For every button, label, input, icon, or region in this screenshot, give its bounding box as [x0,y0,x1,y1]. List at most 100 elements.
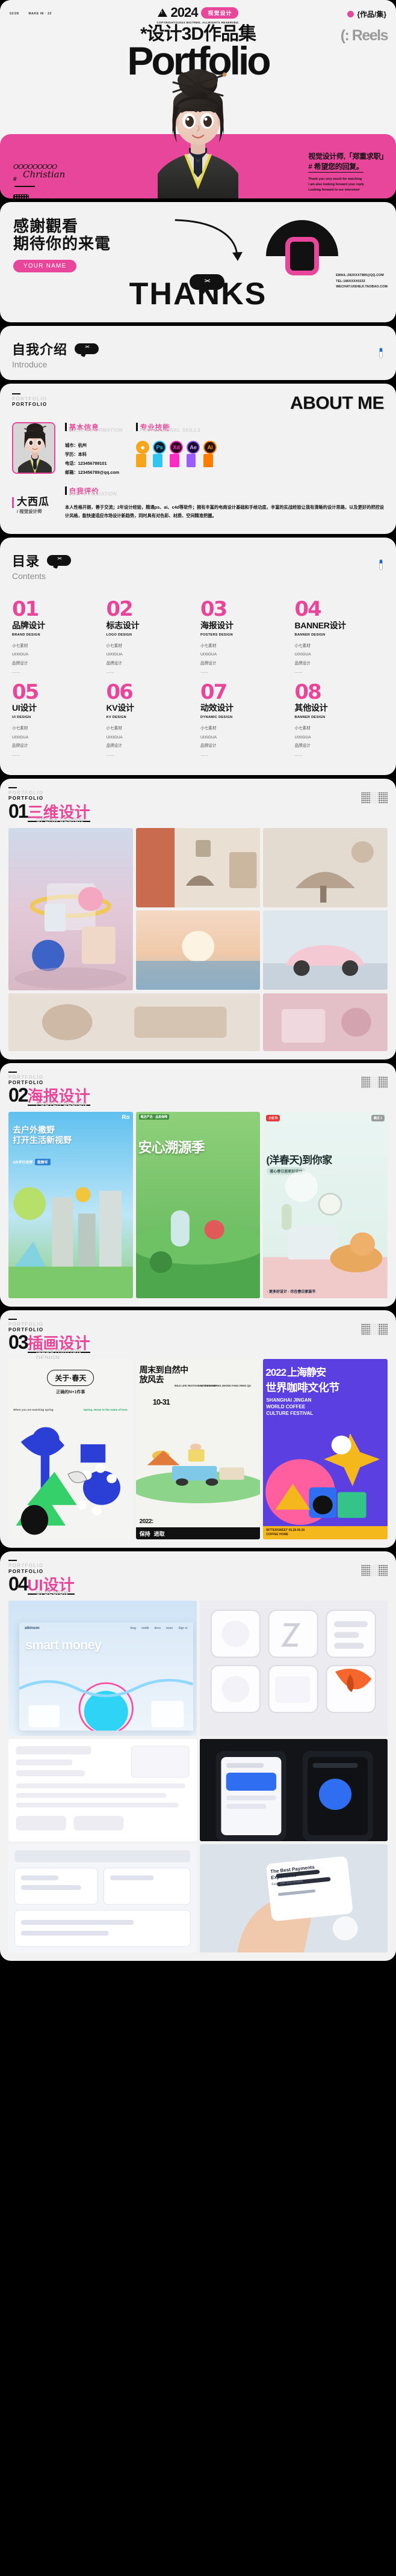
section-03-card: PORTFOLIO PORTFOLIO 03 插画设计 ILLUSTRATION… [0,1310,396,1548]
cover-title-cn: *设计3D作品集 [140,25,256,43]
gallery-tile[interactable] [136,910,261,990]
contents-item[interactable]: 04BANNER设计BANNER DESIGN小七素材UIXIGUA品牌设计…… [295,600,385,677]
poster-tile[interactable]: 甄选严选 · 品质保障 安心溯源季 [136,1112,261,1298]
nav-blog[interactable]: blog [131,1627,136,1630]
contents-grid-wrap: 01品牌设计BRAND DESIGN小七素材UIXIGUA品牌设计……02标志设… [0,592,396,775]
mark-rule [8,1072,17,1073]
portfolio-mark-ghost: PORTFOLIO [8,1322,90,1327]
section-04-card: PORTFOLIO PORTFOLIO 04 UI设计 UI DESIGN a [0,1551,396,1960]
gallery-tile[interactable] [263,993,388,1051]
contents-card: 目录 >< Contents 01品牌设计BRAND DESIGN小七素材UIX… [0,538,396,775]
contents-item-meta-line: 小七素材 [107,642,196,651]
hash-icon: # [13,176,17,183]
poster-1-line-1: 去户外撒野 [13,1125,72,1136]
poster-tile[interactable]: Ro 去户外撒野 打开生活新视野 AR平行世界 视频号 [8,1112,133,1298]
contents-item-title-cn: 标志设计 [107,619,196,631]
nav-reddit[interactable]: reddit [141,1627,149,1630]
ui-nav[interactable]: blog reddit devs team Sign in [131,1627,188,1630]
info-city: 城市：杭州 [65,441,119,450]
contents-item[interactable]: 02标志设计LOGO DESIGN小七素材UIXIGUA品牌设计…… [107,600,196,677]
contents-item-number: 06 [107,683,196,702]
illustration-2-art [136,1412,261,1503]
contents-item[interactable]: 05UI设计UI DESIGN小七素材UIXIGUA品牌设计…… [12,683,102,760]
illustration-tile[interactable]: 2022 上海静安 世界咖啡文化节 SHANGHAI JINGAN WORLD … [263,1359,388,1539]
render-3d-pastel [8,828,133,990]
illustration-tile[interactable]: 周末到自然中 放风去 WILD LIFE FESTIVAL IN THE CAM… [136,1359,261,1539]
illustration-tile[interactable]: 关于·春天 正确的N+1件事 When you are watching spr… [8,1359,133,1539]
poster-2-title: 安心溯源季 [138,1136,258,1156]
self-evaluation-block: 自我评价 SELF-EVALUATION 本人性格开朗，善于交流；2年设计经验，… [65,486,384,521]
self-evaluation-text: 本人性格开朗，善于交流；2年设计经验，精通ps、ai、c4d等软件；拥有丰富的电… [65,503,384,521]
contents-item-meta-line: 小七素材 [200,725,290,734]
ui-dashboard-art [8,1844,197,1952]
contents-subtitle: Contents [12,571,384,581]
section-04-body: PORTFOLIO PORTFOLIO 04 UI设计 UI DESIGN a [0,1551,396,1960]
cover-en-1: Thank you very much for watching [308,177,388,182]
nav-signin[interactable]: Sign in [178,1627,187,1630]
illustration-1-title: 关于·春天 [47,1370,94,1386]
contents-item-meta-line: …… [12,751,102,760]
about-name-col: 大西瓜 / 视觉设计师 [12,486,55,521]
skill-item: ◆ [136,441,149,454]
contents-item-meta: 小七素材UIXIGUA品牌设计…… [107,725,196,759]
gallery-tile[interactable] [8,828,133,990]
illustration-2-year: 2022: [140,1518,153,1525]
gallery-tile[interactable] [263,910,388,990]
nav-team[interactable]: team [166,1627,173,1630]
skill-item: Ae [187,441,200,454]
contents-item-meta-line: UIXIGUA [107,651,196,660]
contents-item-title-cn: 品牌设计 [12,619,102,631]
section-title-en: UI DESIGN [36,1590,68,1596]
portfolio-mark-text: PORTFOLIO PORTFOLIO [8,1563,75,1574]
poster-3-skip-badge[interactable]: 跳过 1 [371,1115,385,1121]
contents-item-meta-line: …… [200,668,290,677]
thanks-body: 感謝觀看 期待你的来電 YOUR NAME >< EMAIL:282XXX798… [0,202,396,322]
contents-item-meta-line: UIXIGUA [295,734,385,743]
illustrator-icon: Ai [203,441,217,454]
contents-grid: 01品牌设计BRAND DESIGN小七素材UIXIGUA品牌设计……02标志设… [12,600,384,759]
contents-item[interactable]: 03海报设计POSTERS DESIGN小七素材UIXIGUA品牌设计…… [200,600,290,677]
contents-item[interactable]: 08其他设计BANNER DESIGN小七素材UIXIGUA品牌设计…… [295,683,385,760]
section-03-heading: 03 插画设计 ILLUSTRATION DESIGN [8,1332,90,1353]
ui-tile[interactable]: The Best Payments Experience Fast, safe … [200,1844,388,1952]
gallery-tile[interactable] [8,993,260,1051]
name-bar [12,497,14,508]
about-body: PORTFOLIO PORTFOLIO ABOUT ME [0,384,396,534]
skills-list: ◆ Ps Xd Ae [136,441,217,454]
mark-rule [8,787,17,788]
ui-tile[interactable] [200,1601,388,1736]
contact-email: EMAIL:282XXX7989@QQ.COM [336,273,388,279]
portfolio-mark-ghost: PORTFOLIO [12,396,47,402]
introduce-header-card: 自我介绍 >< Introduce [0,326,396,380]
ui-tile[interactable] [8,1844,197,1952]
gallery-tile[interactable] [136,828,261,907]
poster-1-illustration [8,1172,133,1298]
contents-item[interactable]: 06KV设计KV DESIGN小七素材UIXIGUA品牌设计…… [107,683,196,760]
cover-year-row: 2024 视觉设计 [158,6,239,19]
section-01-card: PORTFOLIO PORTFOLIO 01 三维设计 OPERA DESIGN [0,779,396,1059]
poster-tile[interactable]: 小红书 跳过 1 (洋春天)到你家 暖心春日居家好设计 · 更多好设计 · 尽在… [263,1112,388,1298]
contents-item[interactable]: 07动效设计DYNAMIC DESIGN小七素材UIXIGUA品牌设计…… [200,683,290,760]
poster-3-illustration [263,1169,388,1298]
ui-wireframe-art [8,1739,197,1841]
signature-name: Christian [23,169,65,180]
dot-grid-icon [361,792,388,804]
contents-item-meta-line: 品牌设计 [12,660,102,669]
contents-item-meta-line: 品牌设计 [107,660,196,669]
cover-year: 2024 [171,6,198,19]
your-name-chip[interactable]: YOUR NAME [13,260,76,272]
section-01-body: PORTFOLIO PORTFOLIO 01 三维设计 OPERA DESIGN [0,779,396,1059]
about-columns: 基本信息 BASIC INFORMATION 城市：杭州 学历：本科 电话：12… [65,422,384,477]
contents-item-meta-line: 小七素材 [12,725,102,734]
section-03-title-group: PORTFOLIO PORTFOLIO 03 插画设计 ILLUSTRATION… [8,1319,90,1353]
avatar-photo-illustration [13,423,55,474]
ui-tile[interactable] [200,1739,388,1841]
gallery-tile[interactable] [263,828,388,907]
nav-devs[interactable]: devs [155,1627,161,1630]
ui-tile[interactable] [8,1739,197,1841]
portfolio-mark-text: PORTFOLIO PORTFOLIO [12,396,47,407]
portfolio-mark-ghost: PORTFOLIO [8,790,90,796]
contents-item[interactable]: 01品牌设计BRAND DESIGN小七素材UIXIGUA品牌设计…… [12,600,102,677]
ui-tile[interactable]: atkinson blog reddit devs team Sign in s… [8,1601,197,1736]
render-3d-banner [8,993,260,1051]
